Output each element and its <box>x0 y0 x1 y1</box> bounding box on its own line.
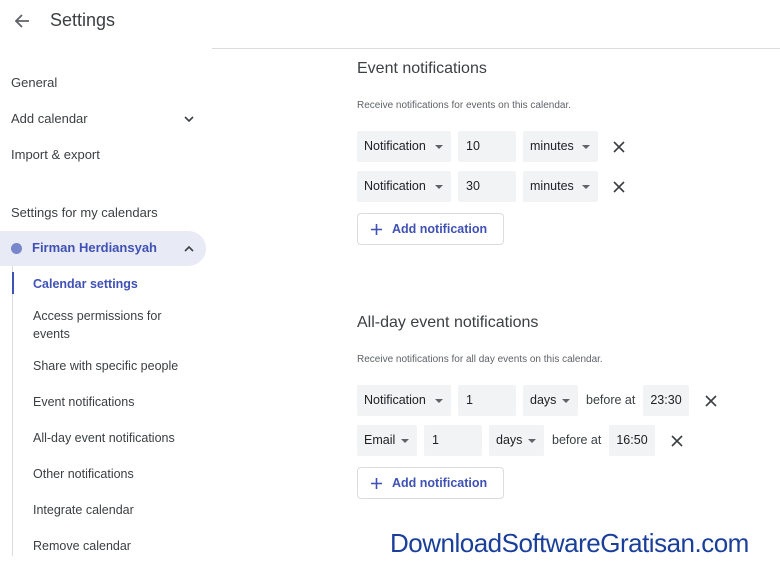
dropdown-caret-icon <box>435 185 443 189</box>
before-at-label: before at <box>586 393 636 407</box>
subnav-remove-calendar[interactable]: Remove calendar <box>33 537 131 555</box>
dropdown-caret-icon <box>582 185 590 189</box>
section-title: Event notifications <box>357 60 487 77</box>
subnav-line <box>12 266 13 556</box>
close-icon <box>613 181 625 193</box>
dropdown-caret-icon <box>528 439 536 443</box>
subnav-share-people[interactable]: Share with specific people <box>33 357 178 375</box>
back-button[interactable] <box>8 7 36 35</box>
section-description: Receive notifications for all day events… <box>357 354 603 365</box>
add-notification-label: Add notification <box>392 222 488 236</box>
dropdown-caret-icon <box>435 399 443 403</box>
close-icon <box>671 435 683 447</box>
chevron-down-icon[interactable] <box>182 112 196 126</box>
chevron-up-icon[interactable] <box>182 242 196 256</box>
close-icon <box>613 141 625 153</box>
notification-type-select[interactable]: Notification <box>357 171 451 202</box>
select-value: Notification <box>364 393 426 407</box>
section-title: All-day event notifications <box>357 314 539 331</box>
dropdown-caret-icon <box>435 145 443 149</box>
notification-value-input[interactable]: 1 <box>424 425 482 456</box>
before-at-label: before at <box>552 433 602 447</box>
subnav-active-indicator <box>12 272 14 294</box>
add-notification-button[interactable]: Add notification <box>357 467 504 499</box>
select-value: Email <box>364 433 396 447</box>
plus-icon <box>371 224 382 235</box>
close-icon <box>705 395 717 407</box>
remove-notification-button[interactable] <box>667 431 687 451</box>
remove-notification-button[interactable] <box>701 391 721 411</box>
watermark: DownloadSoftwareGratisan.com <box>390 528 749 558</box>
time-select[interactable]: 16:50 <box>609 425 655 456</box>
select-value: days <box>530 393 557 407</box>
header-divider <box>212 48 780 49</box>
subnav-allday-notifications[interactable]: All-day event notifications <box>33 429 175 447</box>
calendar-color-dot <box>11 243 22 254</box>
page-title: Settings <box>50 10 116 30</box>
subnav-integrate-calendar[interactable]: Integrate calendar <box>33 501 134 519</box>
add-notification-button[interactable]: Add notification <box>357 213 504 245</box>
notification-value-input[interactable]: 1 <box>458 385 516 416</box>
dropdown-caret-icon <box>582 145 590 149</box>
dropdown-caret-icon <box>562 399 570 403</box>
sidebar-item-general[interactable]: General <box>11 75 57 90</box>
app-header: Settings <box>0 0 780 48</box>
plus-icon <box>371 478 382 489</box>
subnav-other-notifications[interactable]: Other notifications <box>33 465 134 483</box>
remove-notification-button[interactable] <box>609 177 629 197</box>
notification-type-select[interactable]: Notification <box>357 131 451 162</box>
select-value: Notification <box>364 179 426 193</box>
sidebar-calendar-item[interactable]: Firman Herdiansyah <box>0 231 206 266</box>
notification-type-select[interactable]: Notification <box>357 385 451 416</box>
add-notification-label: Add notification <box>392 476 488 490</box>
section-description: Receive notifications for events on this… <box>357 100 572 111</box>
select-value: minutes <box>530 139 574 153</box>
sidebar-item-import-export[interactable]: Import & export <box>11 147 100 162</box>
dropdown-caret-icon <box>401 439 409 443</box>
notification-unit-select[interactable]: days <box>523 385 578 416</box>
notification-value-input[interactable]: 30 <box>458 171 516 202</box>
subnav-calendar-settings[interactable]: Calendar settings <box>33 275 138 293</box>
notification-unit-select[interactable]: minutes <box>523 171 598 202</box>
subnav-access-permissions[interactable]: Access permissions for events <box>33 307 183 343</box>
arrow-back-icon <box>14 14 29 28</box>
time-select[interactable]: 23:30 <box>643 385 689 416</box>
select-value: days <box>496 433 523 447</box>
notification-type-select[interactable]: Email <box>357 425 417 456</box>
select-value: minutes <box>530 179 574 193</box>
sidebar-section-title: Settings for my calendars <box>11 205 158 220</box>
calendar-name: Firman Herdiansyah <box>32 240 157 255</box>
subnav-event-notifications[interactable]: Event notifications <box>33 393 134 411</box>
remove-notification-button[interactable] <box>609 137 629 157</box>
sidebar-item-add-calendar[interactable]: Add calendar <box>11 111 88 126</box>
notification-unit-select[interactable]: minutes <box>523 131 598 162</box>
notification-unit-select[interactable]: days <box>489 425 544 456</box>
notification-value-input[interactable]: 10 <box>458 131 516 162</box>
select-value: Notification <box>364 139 426 153</box>
